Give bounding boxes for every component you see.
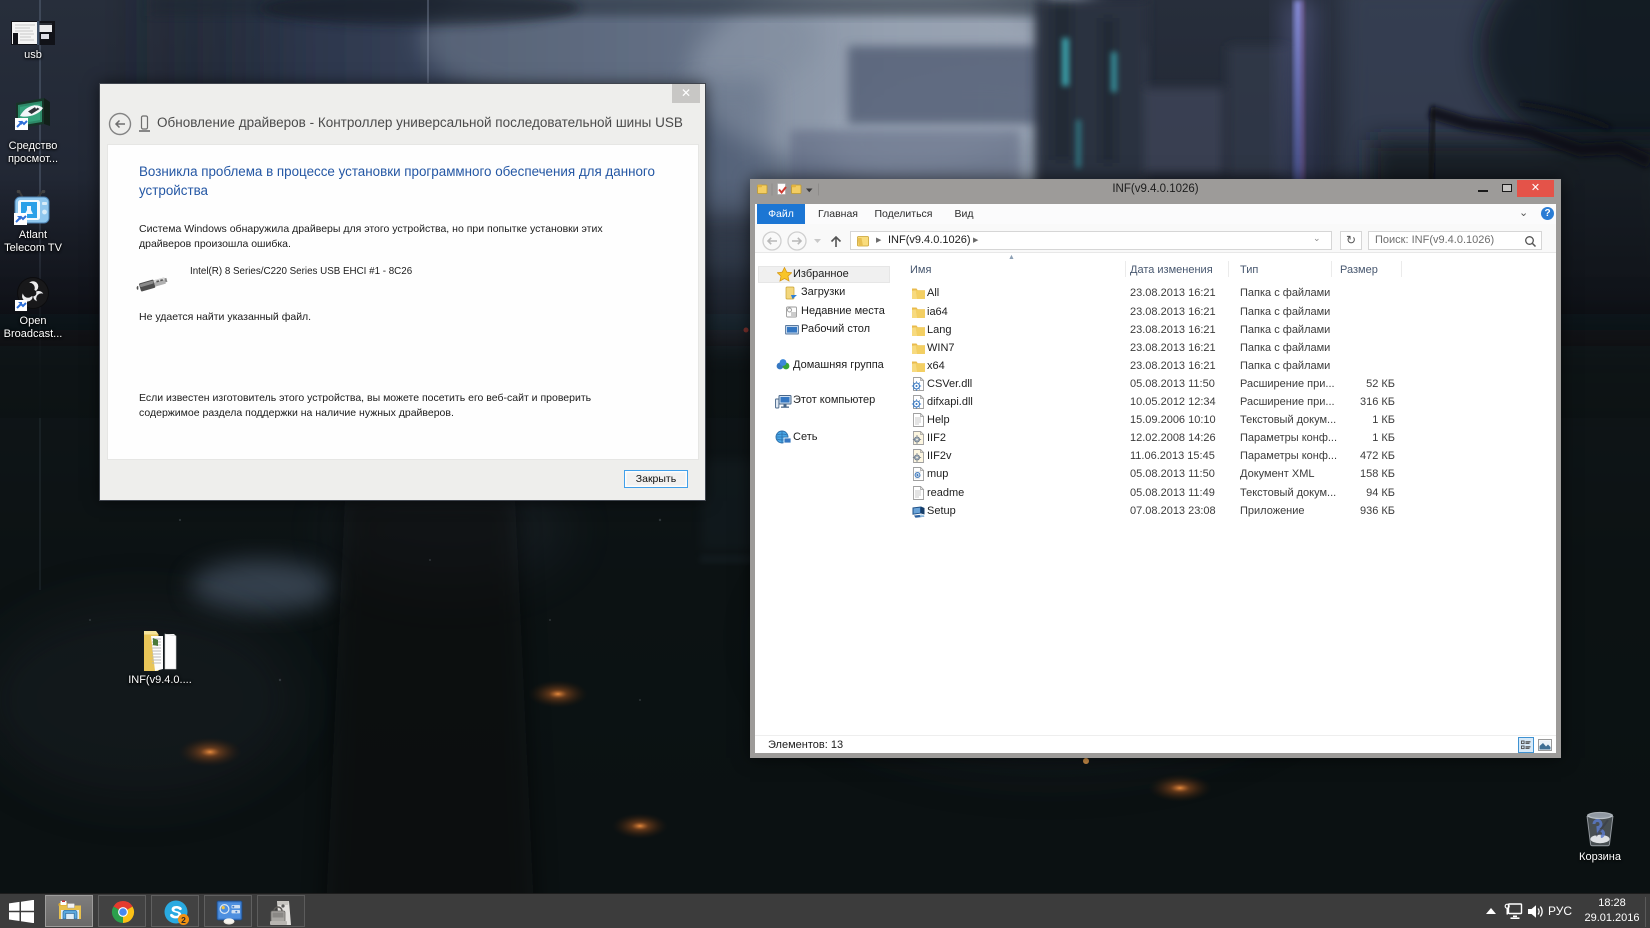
svg-text:2: 2 — [181, 915, 186, 925]
